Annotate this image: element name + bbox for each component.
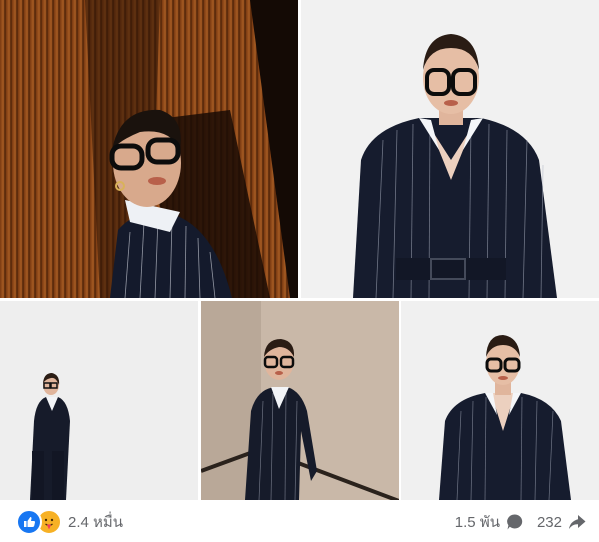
photo-grid	[0, 0, 599, 502]
photo-1-image	[0, 0, 298, 298]
photo-3[interactable]	[0, 301, 198, 500]
reactions-summary[interactable]: 2.4 หมื่น	[16, 509, 123, 535]
comment-icon	[505, 512, 525, 532]
share-icon	[567, 512, 587, 532]
photo-4-image	[201, 301, 399, 500]
photo-4[interactable]	[201, 301, 399, 500]
comment-count: 1.5 พัน	[454, 514, 500, 531]
photo-5-image	[401, 301, 599, 500]
photo-5[interactable]	[401, 301, 599, 500]
comments-stat[interactable]: 1.5 พัน	[455, 510, 525, 534]
photo-1[interactable]	[0, 0, 298, 298]
post-stats: 1.5 พัน 232	[455, 510, 587, 534]
photo-2-image	[301, 0, 599, 298]
shares-stat[interactable]: 232	[537, 512, 587, 532]
reaction-count: 2.4 หมื่น	[68, 514, 124, 531]
photo-3-image	[0, 301, 198, 500]
like-icon	[16, 509, 42, 535]
post-footer: 2.4 หมื่น 1.5 พัน 232	[0, 502, 599, 542]
share-count: 232	[536, 513, 562, 531]
photo-2[interactable]	[301, 0, 599, 298]
